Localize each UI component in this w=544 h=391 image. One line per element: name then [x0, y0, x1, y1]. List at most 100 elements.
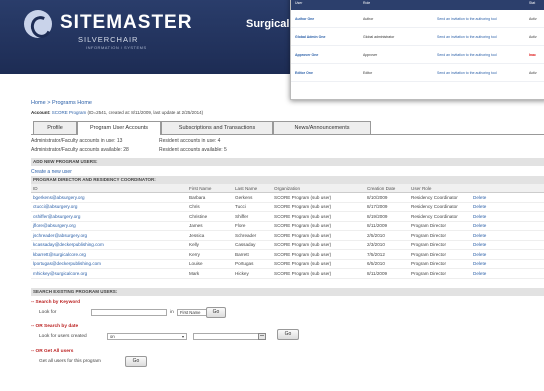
col-header-status: Stat [525, 0, 544, 10]
col-header-invite [433, 0, 525, 10]
account-label: Account: [31, 110, 51, 115]
create-new-user-link[interactable]: Create a new user [31, 169, 72, 175]
delete-user-link[interactable]: Delete [471, 249, 544, 260]
user-roles-table: User Role Stat Author One Author Send an… [291, 0, 544, 82]
user-link[interactable]: Approver One [291, 45, 359, 64]
user-link[interactable]: Author One [291, 10, 359, 28]
organization-cell: SCORE Program (sub user) [272, 202, 365, 212]
organization-cell: SCORE Program (sub user) [272, 211, 365, 222]
tab-news-announcements[interactable]: News/Announcements [273, 121, 371, 134]
user-email-link[interactable]: lportugas@deckerpublishing.com [31, 259, 187, 269]
user-email-link[interactable]: ctucci@absurgery.org [31, 202, 187, 212]
role-cell: Approver [359, 45, 433, 64]
get-all-go-button[interactable]: Go [125, 356, 147, 367]
first-name-cell: Barbara [187, 192, 233, 203]
creation-date-cell: 2/5/2010 [365, 230, 409, 241]
add-new-users-heading: ADD NEW PROGRAM USERS: [31, 158, 544, 166]
col-header-creation-date: Creation Date [365, 184, 409, 193]
tab-subscriptions-transactions[interactable]: Subscriptions and Transactions [161, 121, 273, 134]
first-name-cell: James [187, 221, 233, 231]
col-header-user-role: User Role [409, 184, 471, 193]
breadcrumb[interactable]: Home > Programs Home [31, 100, 92, 106]
send-invitation-link[interactable]: Send an invitation to the authoring tool [433, 10, 525, 28]
last-name-cell: Schreader [233, 230, 272, 241]
sitemaster-logo[interactable]: SITEMASTER SILVERCHAIR INFORMATION / SYS… [24, 10, 234, 54]
keyword-input[interactable] [91, 309, 167, 316]
resident-in-use: Resident accounts in use: 4 [159, 138, 221, 144]
user-role-cell: Residency Coordinator [409, 211, 471, 222]
send-invitation-link[interactable]: Send an invitation to the authoring tool [433, 45, 525, 64]
status-cell: Activ [525, 10, 544, 28]
last-name-cell: Tucci [233, 202, 272, 212]
get-all-users-heading: -- OR Get All users [31, 349, 74, 354]
user-email-link[interactable]: jschreader@absurgery.org [31, 230, 187, 241]
user-email-link[interactable]: jflore@absurgery.org [31, 221, 187, 231]
in-label: in [170, 310, 174, 315]
chevron-down-icon: ▾ [181, 334, 184, 339]
tab-program-user-accounts[interactable]: Program User Accounts [77, 121, 161, 135]
user-email-link[interactable]: kcassaday@deckerpublishing.com [31, 240, 187, 250]
creation-date-cell: 8/19/2009 [365, 211, 409, 222]
calendar-icon[interactable] [258, 333, 266, 340]
role-cell: Global administrator [359, 27, 433, 46]
user-email-link[interactable]: bgerkens@absurgery.org [31, 192, 187, 203]
table-row: lportugas@deckerpublishing.com Louise Po… [31, 259, 544, 269]
program-users-table: ID First Name Last Name Organization Cre… [31, 184, 544, 279]
admin-in-use: Administrator/Faculty accounts in use: 1… [31, 138, 123, 144]
date-go-button[interactable]: Go [277, 329, 299, 340]
user-email-link[interactable]: mhickey@surgicalcore.org [31, 268, 187, 279]
creation-date-cell: 6/5/2010 [365, 259, 409, 269]
first-name-cell: Kelly [187, 240, 233, 250]
organization-cell: SCORE Program (sub user) [272, 268, 365, 279]
resident-available: Resident accounts available: 5 [159, 147, 227, 153]
first-name-cell: Jessica [187, 230, 233, 241]
search-by-date-heading: -- OR Search by date [31, 324, 79, 329]
col-header-first-name: First Name [187, 184, 233, 193]
look-for-label: Look for [39, 310, 57, 315]
organization-cell: SCORE Program (sub user) [272, 240, 365, 250]
delete-user-link[interactable]: Delete [471, 192, 544, 203]
col-header-id: ID [31, 184, 187, 193]
table-row: kcassaday@deckerpublishing.com Kelly Cas… [31, 240, 544, 250]
user-role-cell: Program Director [409, 240, 471, 250]
tab-profile[interactable]: Profile [33, 121, 77, 134]
delete-user-link[interactable]: Delete [471, 230, 544, 241]
col-header-last-name: Last Name [233, 184, 272, 193]
table-row: jflore@absurgery.org James Flore SCORE P… [31, 221, 544, 231]
col-header-actions [471, 184, 544, 193]
first-name-cell: Christine [187, 211, 233, 222]
first-name-cell: Mark [187, 268, 233, 279]
user-role-cell: Program Director [409, 259, 471, 269]
admin-available: Administrator/Faculty accounts available… [31, 147, 129, 153]
table-row: Approver One Approver Send an invitation… [291, 45, 544, 64]
date-mode-value: on [110, 334, 115, 339]
first-name-cell: Chris [187, 202, 233, 212]
date-mode-select[interactable]: on ▾ [107, 333, 187, 340]
user-link[interactable]: Global Admin One [291, 27, 359, 46]
delete-user-link[interactable]: Delete [471, 240, 544, 250]
user-email-link[interactable]: kbarrett@surgicalcore.org [31, 249, 187, 260]
account-line: Account: SCORE Program (ID=2541, created… [31, 110, 203, 115]
main-content: Home > Programs Home Account: SCORE Prog… [31, 74, 544, 391]
user-role-cell: Residency Coordinator [409, 192, 471, 203]
creation-date-cell: 2/3/2010 [365, 240, 409, 250]
keyword-go-button[interactable]: Go [206, 307, 226, 318]
delete-user-link[interactable]: Delete [471, 202, 544, 212]
send-invitation-link[interactable]: Send an invitation to the authoring tool [433, 27, 525, 46]
created-label: Look for users created [39, 334, 87, 339]
user-role-cell: Residency Coordinator [409, 202, 471, 212]
creation-date-cell: 8/11/2009 [365, 268, 409, 279]
delete-user-link[interactable]: Delete [471, 259, 544, 269]
delete-user-link[interactable]: Delete [471, 211, 544, 222]
date-input[interactable] [193, 333, 259, 340]
logo-subtitle: SILVERCHAIR [78, 35, 139, 44]
last-name-cell: Hickey [233, 268, 272, 279]
table-row: bgerkens@absurgery.org Barbara Gerkens S… [31, 192, 544, 203]
delete-user-link[interactable]: Delete [471, 221, 544, 231]
delete-user-link[interactable]: Delete [471, 268, 544, 279]
first-name-cell: Kerry [187, 249, 233, 260]
user-email-link[interactable]: cshiffer@absurgery.org [31, 211, 187, 222]
table-row: cshiffer@absurgery.org Christine Shiffer… [31, 211, 544, 222]
table-row: kbarrett@surgicalcore.org Kerry Barrett … [31, 249, 544, 260]
last-name-cell: Portugas [233, 259, 272, 269]
